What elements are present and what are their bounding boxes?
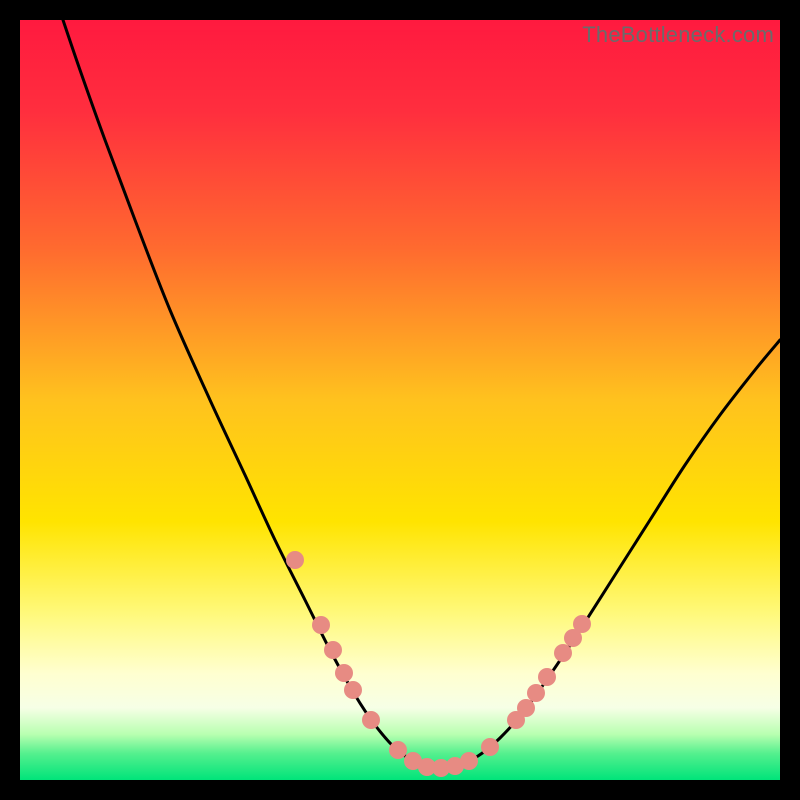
marker-point — [324, 641, 342, 659]
watermark-text: TheBottleneck.com — [582, 22, 774, 48]
marker-point — [335, 664, 353, 682]
marker-point — [460, 752, 478, 770]
marker-point — [538, 668, 556, 686]
marker-point — [481, 738, 499, 756]
marker-point — [389, 741, 407, 759]
bottleneck-chart — [20, 20, 780, 780]
marker-point — [344, 681, 362, 699]
marker-point — [286, 551, 304, 569]
marker-point — [312, 616, 330, 634]
marker-point — [554, 644, 572, 662]
chart-frame: TheBottleneck.com — [20, 20, 780, 780]
marker-point — [362, 711, 380, 729]
marker-point — [573, 615, 591, 633]
marker-point — [527, 684, 545, 702]
chart-background — [20, 20, 780, 780]
marker-point — [517, 699, 535, 717]
